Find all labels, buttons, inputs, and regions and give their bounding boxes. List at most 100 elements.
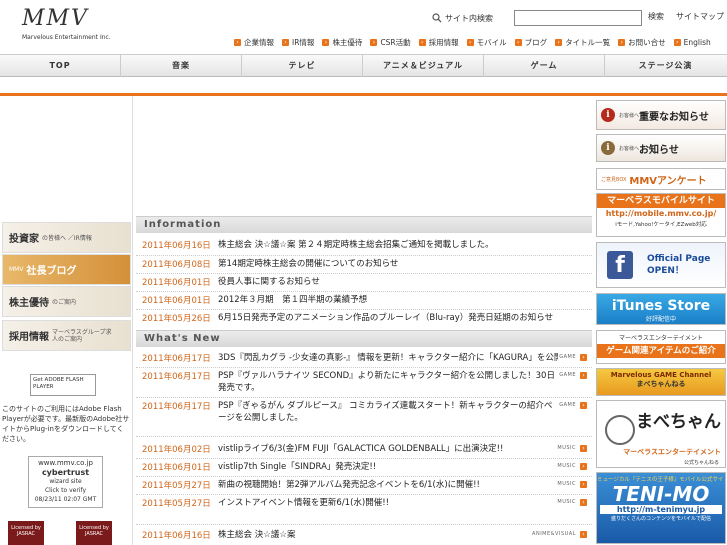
sitemap-link[interactable]: サイトマップ bbox=[676, 11, 724, 22]
whats-new-row[interactable]: 2011年05月27日 インストアイベント情報を更新6/1(水)開催!! MUS… bbox=[136, 497, 592, 513]
whats-new-heading: What's New bbox=[136, 330, 592, 347]
arrow-right-icon: › bbox=[555, 39, 563, 46]
arrow-right-icon[interactable]: › bbox=[580, 372, 587, 379]
news-date: 2011年06月01日 bbox=[142, 463, 211, 473]
whats-new-row[interactable]: 2011年06月02日 vistlipライブ6/3(金)FM FUJI「GALA… bbox=[136, 443, 592, 459]
sublink-label: タイトル一覧 bbox=[565, 38, 611, 47]
itunes-sub: 好評配信中 bbox=[645, 316, 676, 323]
sublink-titles[interactable]: › タイトル一覧 bbox=[555, 37, 610, 48]
sublink-contact[interactable]: › お問い合せ bbox=[618, 37, 666, 48]
whats-new-row[interactable]: 2011年06月16日 株主総会 決☆議☆案 ANIME&VISUAL › bbox=[136, 529, 592, 545]
mobile-site-banner[interactable]: マーベラスモバイルサイト http://mobile.mmv.co.jp/ iモ… bbox=[596, 193, 726, 237]
whats-new-row[interactable]: 2011年06月17日 3DS『閃乱カグラ -少女達の真影-』 情報を更新！キャ… bbox=[136, 352, 592, 368]
tenimyu-mobile-banner[interactable]: ミュージカル『テニスの王子様』モバイル公式サイト TENI-MO http://… bbox=[596, 472, 726, 544]
divider bbox=[136, 476, 592, 477]
mabe-sub: マーベラスエンターテイメント bbox=[623, 448, 721, 456]
arrow-right-icon[interactable]: › bbox=[580, 499, 587, 506]
arrow-right-icon: › bbox=[322, 39, 330, 46]
sublink-ir[interactable]: › IR情報 bbox=[282, 37, 314, 48]
goods-title: ゲーム関連アイテムのご紹介 bbox=[597, 344, 725, 358]
arrow-right-icon[interactable]: › bbox=[580, 531, 587, 538]
whats-new-row[interactable]: 2011年05月27日 新曲の視聴開始！第2弾アルバム発売記念イベントを6/1(… bbox=[136, 479, 592, 495]
arrow-right-icon[interactable]: › bbox=[580, 402, 587, 409]
left-sidebar: 投資家 の皆様へ ／IR情報 MMV 社長ブログ 株主優待 のご案内 採用情報 … bbox=[0, 96, 133, 545]
news-date: 2011年05月27日 bbox=[142, 481, 211, 491]
nav-game[interactable]: ゲーム bbox=[484, 55, 605, 77]
investor-label: 投資家 bbox=[9, 234, 39, 245]
nav-music[interactable]: 音楽 bbox=[121, 55, 242, 77]
mabechan-banner[interactable]: まべちゃん マーベラスエンターテイメント 公式ちゃんねる bbox=[596, 400, 726, 468]
news-date: 2011年06月02日 bbox=[142, 445, 211, 455]
news-text[interactable]: 6月15日発売予定のアニメーション作品のブルーレイ（Blu-ray）発売日延期の… bbox=[218, 312, 558, 324]
info-row[interactable]: 2011年06月01日 2012年３月期 第１四半期の業績予想 bbox=[136, 294, 592, 310]
arrow-right-icon[interactable]: › bbox=[580, 463, 587, 470]
search-input[interactable] bbox=[514, 10, 642, 26]
game-channel-banner[interactable]: Marvelous GAME Channel まべちゃんねる bbox=[596, 368, 726, 396]
news-text[interactable]: 役員人事に関するお知らせ bbox=[218, 276, 558, 288]
channel-title: Marvelous GAME Channel bbox=[610, 371, 712, 379]
blog-sub: MMV bbox=[9, 266, 24, 273]
right-sidebar: i お客様へ 重要なお知らせ i お客様へ お知らせ ご意見BOX MMVアンケ… bbox=[595, 96, 727, 545]
investor-banner[interactable]: 投資家 の皆様へ ／IR情報 bbox=[2, 222, 131, 253]
news-date: 2011年06月17日 bbox=[142, 354, 211, 364]
president-blog-banner[interactable]: MMV 社長ブログ bbox=[2, 254, 131, 285]
news-text[interactable]: 株主総会 決☆議☆案 第２４期定時株主総会招集ご通知を掲載しました。 bbox=[218, 239, 558, 251]
info-row[interactable]: 2011年06月01日 役員人事に関するお知らせ bbox=[136, 276, 592, 292]
news-text[interactable]: PSP『ヴァルハラナイツ SECOND』より新たにキャラクター紹介を公開しました… bbox=[218, 370, 558, 394]
whats-new-row[interactable]: 2011年06月01日 vistlip7th Single「SINDRA」発売決… bbox=[136, 461, 592, 477]
facebook-banner[interactable]: f Official Page OPEN！ bbox=[596, 242, 726, 288]
news-text[interactable]: 第14期定時株主総会の開催についてのお知らせ bbox=[218, 258, 558, 270]
whats-new-row[interactable]: 2011年06月17日 PSP『ヴァルハラナイツ SECOND』より新たにキャラ… bbox=[136, 370, 592, 398]
news-text[interactable]: 2012年３月期 第１四半期の業績予想 bbox=[218, 294, 558, 306]
nav-anime-visual[interactable]: アニメ＆ビジュアル bbox=[363, 55, 484, 77]
news-text[interactable]: PSP『ぎゃるがん ダブルピース』 コミカライズ連載スタート！新キャラクターの紹… bbox=[218, 400, 558, 424]
news-text[interactable]: vistlipライブ6/3(金)FM FUJI「GALACTICA GOLDEN… bbox=[218, 443, 558, 455]
divider bbox=[136, 397, 592, 398]
notice-banner[interactable]: i お客様へ お知らせ bbox=[596, 134, 726, 162]
news-text[interactable]: インストアイベント情報を更新6/1(水)開催!! bbox=[218, 497, 558, 509]
news-text[interactable]: 新曲の視聴開始！第2弾アルバム発売記念イベントを6/1(水)に開催!! bbox=[218, 479, 558, 491]
news-text[interactable]: 3DS『閃乱カグラ -少女達の真影-』 情報を更新！キャラクター紹介に「KAGU… bbox=[218, 352, 558, 364]
news-text[interactable]: 株主総会 決☆議☆案 bbox=[218, 529, 558, 541]
nav-top[interactable]: TOP bbox=[0, 55, 121, 77]
arrow-right-icon[interactable]: › bbox=[580, 445, 587, 452]
sublink-benefit[interactable]: › 株主優待 bbox=[322, 37, 362, 48]
news-text[interactable]: vistlip7th Single「SINDRA」発売決定!! bbox=[218, 461, 558, 473]
itunes-store-banner[interactable]: iTunes Store 好評配信中 bbox=[596, 293, 726, 325]
sublink-blog[interactable]: › ブログ bbox=[514, 37, 547, 48]
info-icon: i bbox=[601, 141, 615, 155]
arrow-right-icon[interactable]: › bbox=[580, 354, 587, 361]
whats-new-row[interactable]: 2011年06月17日 PSP『ぎゃるがん ダブルピース』 コミカライズ連載スタ… bbox=[136, 400, 592, 428]
shareholder-benefit-banner[interactable]: 株主優待 のご案内 bbox=[2, 286, 131, 317]
sublink-label: English bbox=[683, 38, 711, 47]
survey-banner[interactable]: ご意見BOX MMVアンケート bbox=[596, 168, 726, 190]
info-row[interactable]: 2011年06月16日 株主総会 決☆議☆案 第２４期定時株主総会招集ご通知を掲… bbox=[136, 239, 592, 255]
search-button[interactable]: 検索 bbox=[648, 11, 664, 22]
news-date: 2011年06月08日 bbox=[142, 260, 211, 270]
flash-notice: このサイトのご利用にはAdobe Flash Playerが必要です。最新版のA… bbox=[2, 405, 130, 443]
arrow-right-icon[interactable]: › bbox=[580, 481, 587, 488]
divider bbox=[136, 291, 592, 292]
important-notice-banner[interactable]: i お客様へ 重要なお知らせ bbox=[596, 100, 726, 130]
logo-company-name: Marvelous Entertainment Inc. bbox=[22, 34, 111, 41]
game-goods-banner[interactable]: マーベラスエンターテイメント ゲーム関連アイテムのご紹介 bbox=[596, 330, 726, 364]
sublink-csr[interactable]: › CSR活動 bbox=[370, 37, 411, 48]
site-logo[interactable]: MMV Marvelous Entertainment Inc. bbox=[22, 8, 112, 46]
nav-stage[interactable]: ステージ公演 bbox=[605, 55, 726, 77]
search-label: サイト内検索 bbox=[445, 13, 493, 23]
sublink-english[interactable]: › English bbox=[673, 37, 711, 48]
cybertrust-seal[interactable]: www.mmv.co.jp cybertrust wizard site Cli… bbox=[28, 456, 103, 508]
arrow-right-icon: › bbox=[618, 39, 626, 46]
teni-url: http://m-tenimyu.jp bbox=[600, 505, 722, 514]
recruit-banner[interactable]: 採用情報 マーベラスグループ求人のご案内 bbox=[2, 320, 131, 351]
get-flash-player-badge[interactable]: Get ADOBE FLASH PLAYER bbox=[30, 374, 96, 396]
info-row[interactable]: 2011年06月08日 第14期定時株主総会の開催についてのお知らせ bbox=[136, 258, 592, 274]
info-row[interactable]: 2011年05月26日 6月15日発売予定のアニメーション作品のブルーレイ（Bl… bbox=[136, 312, 592, 328]
teni-note: 盛りだくさんのコンテンツをモバイルで配信 bbox=[610, 516, 711, 522]
sublink-company[interactable]: › 企業情報 bbox=[234, 37, 274, 48]
sublink-recruit[interactable]: › 採用情報 bbox=[418, 37, 459, 48]
investor-sub: の皆様へ ／IR情報 bbox=[42, 235, 92, 242]
goods-company: マーベラスエンターテイメント bbox=[619, 335, 703, 342]
nav-tv[interactable]: テレビ bbox=[242, 55, 363, 77]
sublink-mobile[interactable]: › モバイル bbox=[466, 37, 507, 48]
